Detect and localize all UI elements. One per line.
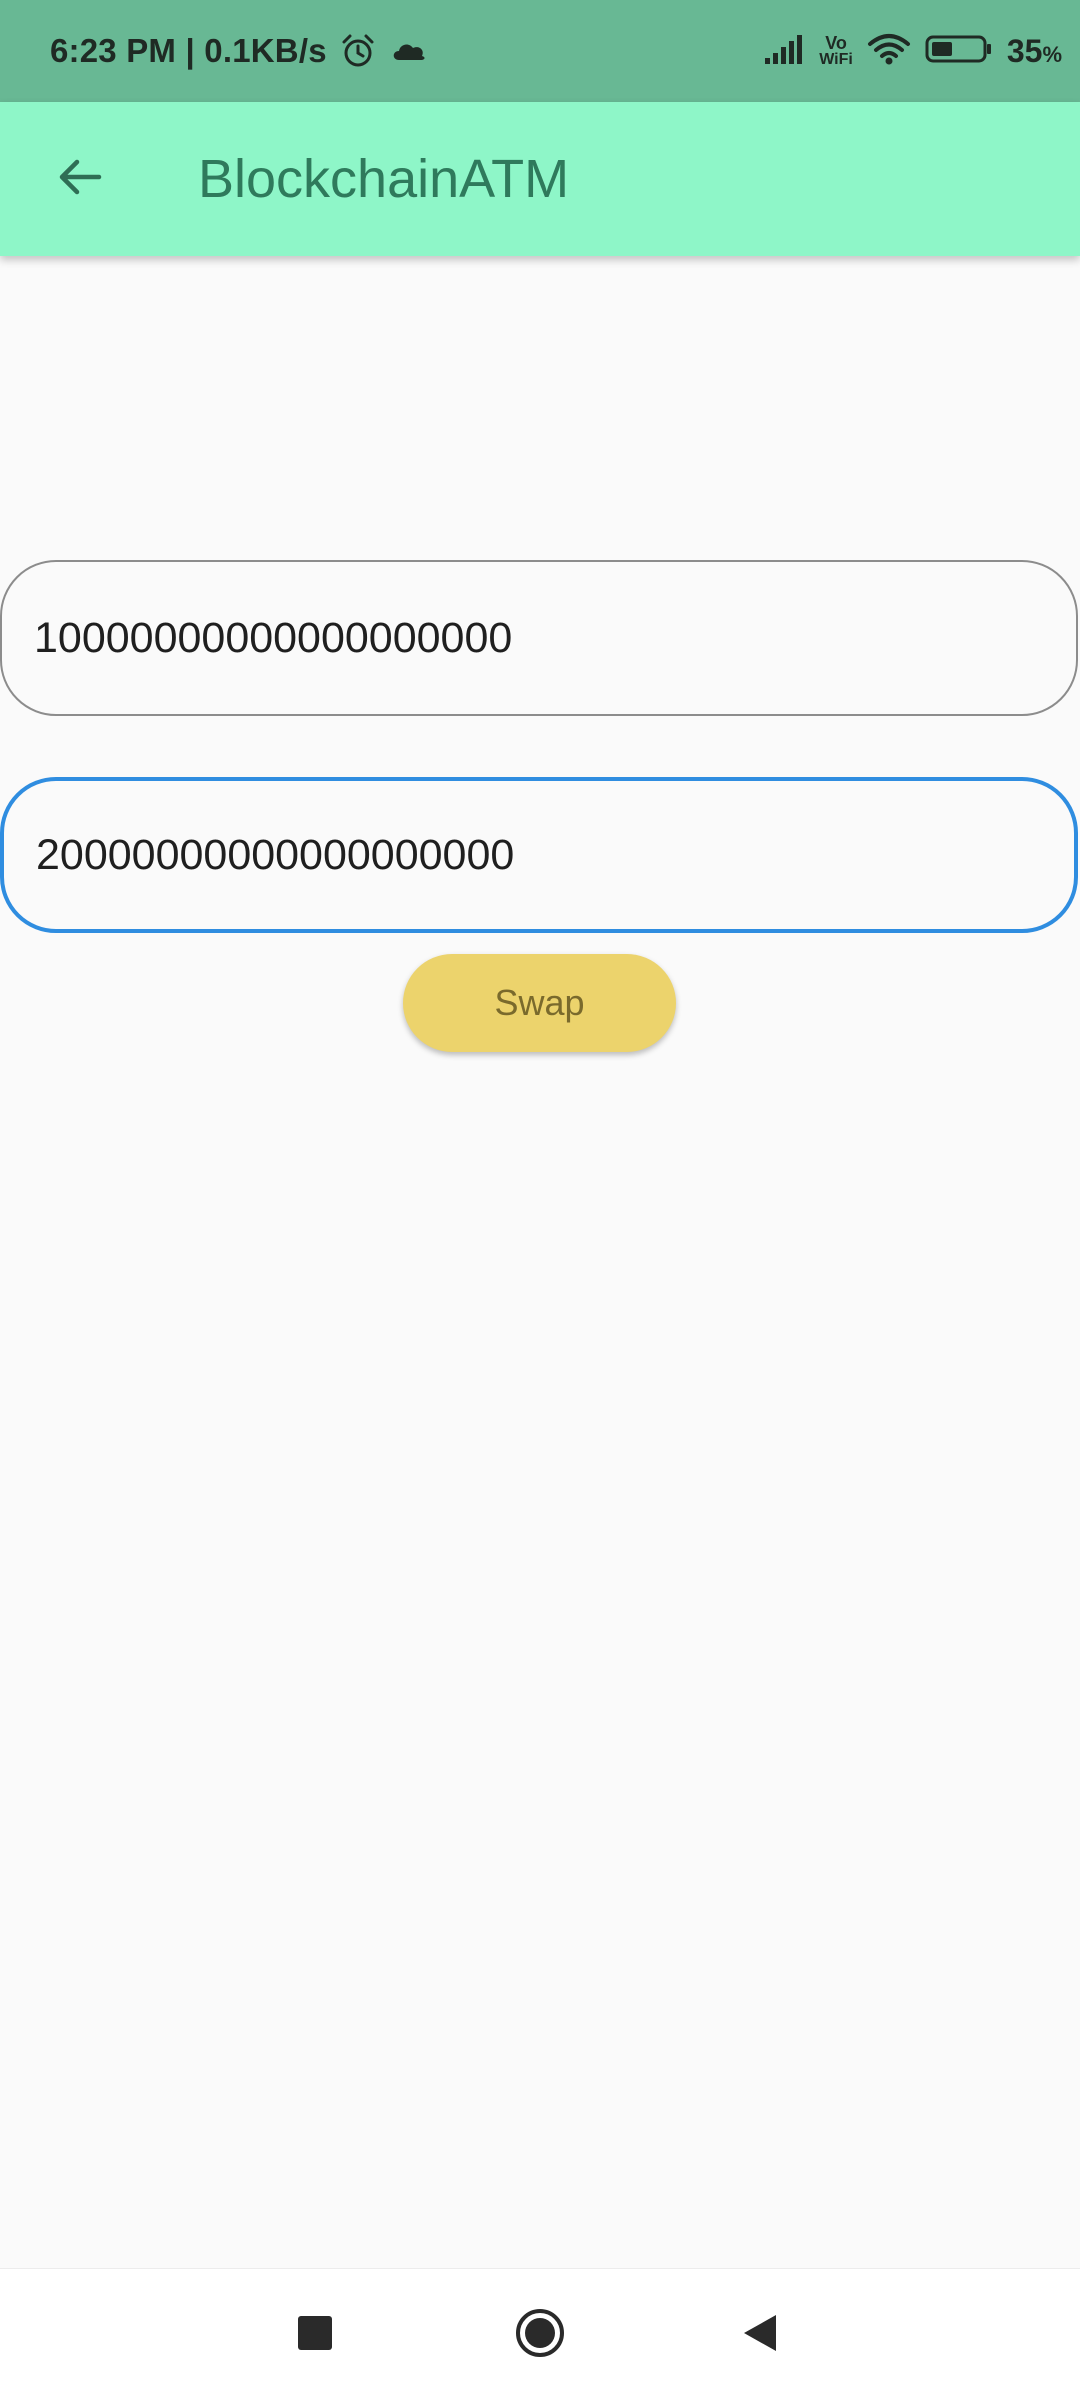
- home-button[interactable]: [490, 2269, 590, 2401]
- page-title: BlockchainATM: [198, 149, 570, 209]
- wifi-icon: [867, 32, 911, 71]
- back-button[interactable]: [40, 139, 120, 219]
- status-time-speed: 6:23 PM | 0.1KB/s: [50, 32, 327, 69]
- first-amount-field[interactable]: [0, 560, 1078, 716]
- battery-percent-value: 35: [1006, 32, 1043, 69]
- signal-icon: [763, 32, 805, 71]
- vowifi-top-label: Vo: [825, 33, 847, 53]
- vowifi-icon: Vo WiFi: [819, 34, 853, 68]
- status-right: Vo WiFi 35%: [763, 0, 1062, 102]
- battery-icon: [925, 32, 993, 71]
- system-back-button[interactable]: [710, 2269, 810, 2401]
- swap-button-label: Swap: [494, 982, 585, 1023]
- arrow-left-icon: [55, 152, 105, 207]
- cloud-icon: [389, 36, 429, 66]
- second-amount-input[interactable]: [36, 781, 1036, 929]
- navigation-bar: [0, 2268, 1080, 2401]
- recents-icon: [297, 2315, 333, 2356]
- status-left: 6:23 PM | 0.1KB/s: [50, 0, 429, 102]
- alarm-icon: [339, 32, 377, 70]
- battery-percent-unit: %: [1042, 41, 1062, 67]
- vowifi-bottom-label: WiFi: [819, 51, 853, 68]
- swap-button[interactable]: Swap: [403, 954, 676, 1052]
- second-amount-field[interactable]: [0, 777, 1078, 933]
- status-bar: 6:23 PM | 0.1KB/s Vo WiFi 35%: [0, 0, 1080, 102]
- home-icon: [514, 2307, 566, 2364]
- battery-percent: 35%: [1007, 33, 1062, 70]
- first-amount-input[interactable]: [34, 562, 1034, 714]
- app-bar: BlockchainATM: [0, 102, 1080, 256]
- recents-button[interactable]: [265, 2269, 365, 2401]
- back-icon: [741, 2313, 779, 2358]
